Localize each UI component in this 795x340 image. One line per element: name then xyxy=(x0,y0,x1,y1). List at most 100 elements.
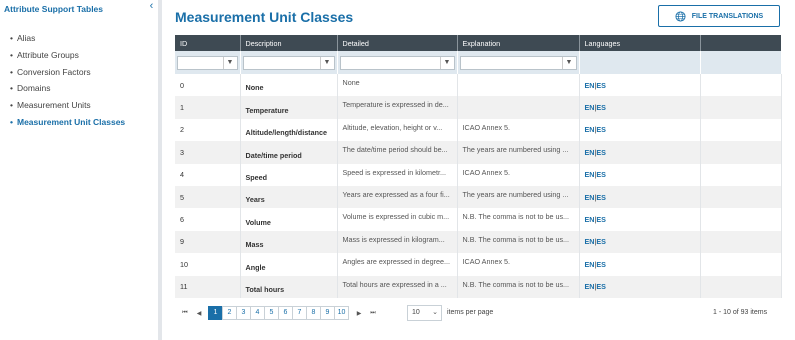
column-header-languages[interactable]: Languages xyxy=(579,35,701,51)
last-page-icon[interactable]: ⏭ xyxy=(368,310,378,317)
page-button[interactable]: 4 xyxy=(250,306,265,320)
language-link-en[interactable]: EN xyxy=(585,81,595,90)
table-body: 0 None None EN|ES 1 Temperature Temperature is… xyxy=(175,74,782,298)
cell-explanation: ICAO Annex 5. xyxy=(457,118,580,142)
table-row[interactable]: 1 Temperature Temperature is expressed in … xyxy=(175,96,782,119)
cell-explanation: N.B. The comma is not to be us... xyxy=(457,230,580,254)
cell-languages: EN|ES xyxy=(579,163,701,186)
table-row[interactable]: 5 Years Years are expressed as a four fi..… xyxy=(175,185,782,209)
cell-description: Date/time period xyxy=(240,141,338,164)
cell-languages: EN|ES xyxy=(579,141,701,164)
funnel-icon[interactable]: ▼ xyxy=(561,56,576,69)
language-link-en[interactable]: EN xyxy=(585,215,595,224)
language-link-es[interactable]: ES xyxy=(596,170,606,179)
cell-languages: EN|ES xyxy=(579,253,701,276)
items-per-page-select[interactable]: 10 ⌄ xyxy=(407,305,442,321)
cell-id: 11 xyxy=(175,275,241,298)
language-link-es[interactable]: ES xyxy=(596,81,606,90)
language-link-en[interactable]: EN xyxy=(585,103,595,112)
cell-description: Angle xyxy=(240,253,338,276)
next-page-icon[interactable]: ▶ xyxy=(354,310,364,317)
sidebar-item-measurement-units[interactable]: Measurement Units xyxy=(10,97,125,114)
page-button[interactable]: 6 xyxy=(278,306,293,320)
table-row[interactable]: 9 Mass Mass is expressed in kilogram... N.B… xyxy=(175,230,782,254)
column-header-empty xyxy=(700,35,781,51)
explanation-filter-input[interactable]: ▼ xyxy=(459,55,577,70)
cell-empty xyxy=(700,163,782,186)
prev-page-icon[interactable]: ◀ xyxy=(194,310,204,317)
page-button[interactable]: 8 xyxy=(306,306,321,320)
cell-detailed: Altitude, elevation, height or v... xyxy=(337,118,458,142)
page-button[interactable]: 2 xyxy=(222,306,237,320)
file-translations-button[interactable]: FILE TRANSLATIONS xyxy=(658,5,780,27)
sidebar-item-conversion-factors[interactable]: Conversion Factors xyxy=(10,64,125,81)
table-row[interactable]: 11 Total hours Total hours are expressed i… xyxy=(175,275,782,298)
cell-explanation: The years are numbered using ... xyxy=(457,141,580,164)
language-link-es[interactable]: ES xyxy=(596,125,606,134)
language-link-es[interactable]: ES xyxy=(596,103,606,112)
cell-empty xyxy=(700,275,782,298)
table-row[interactable]: 4 Speed Speed is expressed in kilometr... I… xyxy=(175,163,782,186)
language-link-en[interactable]: EN xyxy=(585,282,595,291)
page-button[interactable]: 1 xyxy=(208,306,223,320)
language-link-en[interactable]: EN xyxy=(585,170,595,179)
cell-detailed: Total hours are expressed in a ... xyxy=(337,275,458,298)
sidebar-item-attribute-groups[interactable]: Attribute Groups xyxy=(10,47,125,64)
table-row[interactable]: 0 None None EN|ES xyxy=(175,74,782,97)
description-filter-input[interactable]: ▼ xyxy=(242,55,335,70)
language-link-en[interactable]: EN xyxy=(585,260,595,269)
id-filter-input[interactable]: ▼ xyxy=(177,55,238,70)
cell-languages: EN|ES xyxy=(579,230,701,254)
cell-explanation: ICAO Annex 5. xyxy=(457,253,580,276)
page-button[interactable]: 7 xyxy=(292,306,307,320)
sidebar: Attribute Support Tables Alias Attribute… xyxy=(0,0,145,340)
column-header-description[interactable]: Description xyxy=(240,35,338,51)
cell-description: Speed xyxy=(240,163,338,186)
language-link-es[interactable]: ES xyxy=(596,260,606,269)
language-link-es[interactable]: ES xyxy=(596,237,606,246)
language-link-en[interactable]: EN xyxy=(585,193,595,202)
chevron-left-icon[interactable]: ‹ xyxy=(145,0,158,14)
filter-row: ▼ ▼ ▼ ▼ xyxy=(175,51,782,74)
funnel-icon[interactable]: ▼ xyxy=(439,56,454,69)
column-header-explanation[interactable]: Explanation xyxy=(457,35,580,51)
cell-empty xyxy=(700,141,782,164)
cell-detailed: None xyxy=(337,74,458,97)
page-numbers: 1 2 3 4 5 6 7 8 9 10 xyxy=(208,306,349,320)
cell-description: Years xyxy=(240,185,338,209)
detailed-filter-input[interactable]: ▼ xyxy=(339,55,455,70)
table-row[interactable]: 2 Altitude/length/distance Altitude, eleva… xyxy=(175,118,782,142)
page-button[interactable]: 3 xyxy=(236,306,251,320)
cell-id: 9 xyxy=(175,230,241,254)
sidebar-item-alias[interactable]: Alias xyxy=(10,30,125,47)
funnel-icon[interactable]: ▼ xyxy=(319,56,334,69)
page-button[interactable]: 5 xyxy=(264,306,279,320)
first-page-icon[interactable]: ⏮ xyxy=(180,310,190,317)
funnel-icon[interactable]: ▼ xyxy=(222,56,237,69)
language-link-es[interactable]: ES xyxy=(596,193,606,202)
language-link-es[interactable]: ES xyxy=(596,282,606,291)
language-link-en[interactable]: EN xyxy=(585,148,595,157)
page-button[interactable]: 10 xyxy=(334,306,349,320)
cell-explanation: N.B. The comma is not to be us... xyxy=(457,208,580,231)
table-row[interactable]: 6 Volume Volume is expressed in cubic m...… xyxy=(175,208,782,231)
cell-empty xyxy=(700,230,782,254)
cell-languages: EN|ES xyxy=(579,96,701,119)
table-row[interactable]: 3 Date/time period The date/time period sh… xyxy=(175,141,782,164)
sidebar-item-domains[interactable]: Domains xyxy=(10,80,125,97)
column-header-id[interactable]: ID xyxy=(175,35,241,51)
language-link-en[interactable]: EN xyxy=(585,237,595,246)
cell-detailed: Mass is expressed in kilogram... xyxy=(337,230,458,254)
language-link-es[interactable]: ES xyxy=(596,148,606,157)
cell-description: Volume xyxy=(240,208,338,231)
page-button[interactable]: 9 xyxy=(320,306,335,320)
items-per-page-label: items per page xyxy=(447,309,494,316)
table-row[interactable]: 10 Angle Angles are expressed in degree...… xyxy=(175,253,782,276)
column-header-detailed[interactable]: Detailed xyxy=(337,35,458,51)
sidebar-item-measurement-unit-classes[interactable]: Measurement Unit Classes xyxy=(10,114,125,131)
language-link-en[interactable]: EN xyxy=(585,125,595,134)
cell-detailed: Years are expressed as a four fi... xyxy=(337,185,458,209)
pagination: ⏮ ◀ 1 2 3 4 5 6 7 8 9 10 ▶ ⏭ xyxy=(180,306,382,320)
language-link-es[interactable]: ES xyxy=(596,215,606,224)
cell-description: Mass xyxy=(240,230,338,254)
